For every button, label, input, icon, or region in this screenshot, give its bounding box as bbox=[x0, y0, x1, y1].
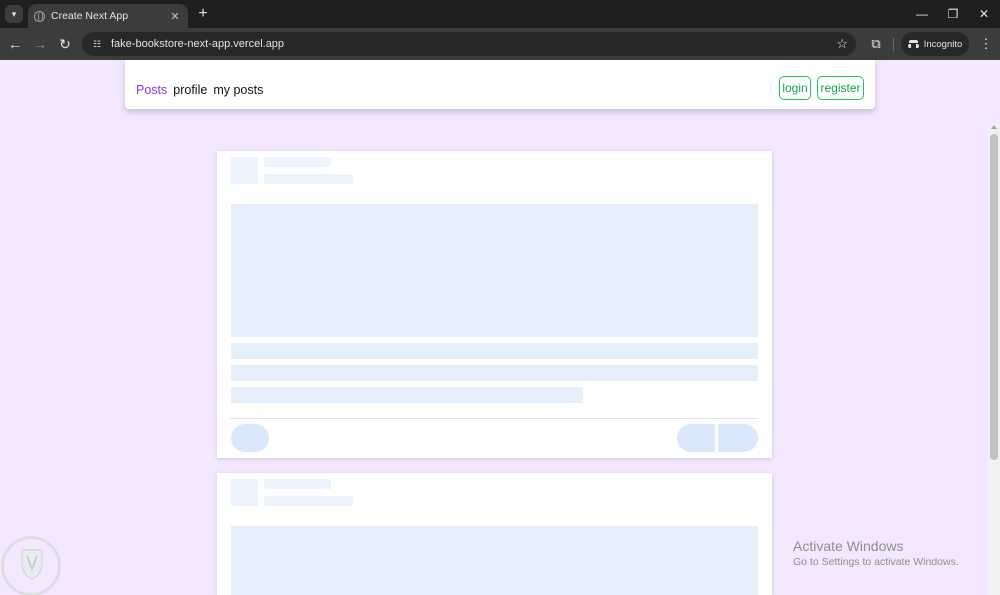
incognito-button[interactable]: Incognito bbox=[901, 32, 969, 56]
nav-link-profile[interactable]: profile bbox=[173, 83, 207, 97]
register-button[interactable]: register bbox=[817, 76, 864, 100]
browser-toolbar: ← → ↻ ☷ fake-bookstore-next-app.vercel.a… bbox=[0, 28, 1000, 60]
tab-title: Create Next App bbox=[51, 10, 129, 22]
post-image-skeleton bbox=[231, 526, 758, 595]
toolbar-divider bbox=[893, 38, 894, 51]
post-image-skeleton bbox=[231, 204, 758, 337]
reload-icon[interactable]: ↻ bbox=[55, 34, 75, 54]
extensions-icon[interactable]: ⧉ bbox=[866, 34, 886, 54]
scroll-up-arrow-icon[interactable] bbox=[991, 125, 997, 129]
close-icon[interactable]: ✕ bbox=[168, 10, 182, 23]
watermark-title: Activate Windows bbox=[793, 538, 904, 554]
text-line-skeleton bbox=[231, 365, 758, 381]
avatar-skeleton bbox=[231, 479, 258, 506]
avatar-skeleton bbox=[231, 157, 258, 184]
shield-icon bbox=[21, 549, 43, 580]
corner-logo-watermark bbox=[1, 536, 61, 595]
page-scrollbar[interactable] bbox=[988, 124, 1000, 595]
browser-tab[interactable]: Create Next App ✕ bbox=[28, 4, 188, 28]
nav-link-posts[interactable]: Posts bbox=[136, 83, 167, 97]
plus-icon[interactable]: + bbox=[195, 4, 211, 24]
action-button-skeleton bbox=[718, 424, 758, 452]
star-icon[interactable]: ☆ bbox=[836, 36, 848, 52]
url-text[interactable]: fake-bookstore-next-app.vercel.app bbox=[111, 38, 836, 50]
incognito-icon bbox=[907, 40, 919, 48]
tab-search-icon[interactable]: ▾ bbox=[5, 5, 23, 23]
forward-arrow-icon[interactable]: → bbox=[30, 34, 50, 54]
author-name-skeleton bbox=[264, 157, 331, 167]
author-name-skeleton bbox=[264, 479, 331, 489]
kebab-menu-icon[interactable]: ⋮ bbox=[978, 34, 994, 54]
restore-icon[interactable]: ❐ bbox=[944, 4, 962, 24]
close-window-icon[interactable]: ✕ bbox=[975, 4, 993, 24]
post-date-skeleton bbox=[264, 174, 353, 184]
minimize-icon[interactable]: — bbox=[913, 4, 931, 24]
back-arrow-icon[interactable]: ← bbox=[5, 34, 25, 54]
action-button-skeleton bbox=[677, 424, 715, 452]
text-line-skeleton bbox=[231, 387, 583, 403]
browser-tab-bar: ▾ Create Next App ✕ + — ❐ ✕ bbox=[0, 0, 1000, 28]
text-line-skeleton bbox=[231, 343, 758, 359]
globe-icon bbox=[34, 10, 45, 22]
like-button-skeleton bbox=[231, 424, 269, 452]
post-card-skeleton bbox=[217, 151, 772, 458]
nav-link-my-posts[interactable]: my posts bbox=[213, 83, 263, 97]
scroll-thumb[interactable] bbox=[990, 134, 998, 460]
site-navbar: Posts profile my posts login register bbox=[125, 60, 875, 109]
nav-links: Posts profile my posts bbox=[136, 83, 263, 97]
address-bar[interactable]: ☷ fake-bookstore-next-app.vercel.app ☆ bbox=[82, 32, 856, 56]
post-card-skeleton bbox=[217, 473, 772, 595]
post-date-skeleton bbox=[264, 496, 353, 506]
watermark-subtitle: Go to Settings to activate Windows. bbox=[793, 556, 959, 568]
site-info-icon[interactable]: ☷ bbox=[90, 37, 104, 51]
login-button[interactable]: login bbox=[779, 76, 811, 100]
activate-windows-watermark: Activate Windows Go to Settings to activ… bbox=[793, 538, 959, 568]
card-divider bbox=[230, 418, 758, 419]
incognito-label: Incognito bbox=[923, 38, 963, 50]
